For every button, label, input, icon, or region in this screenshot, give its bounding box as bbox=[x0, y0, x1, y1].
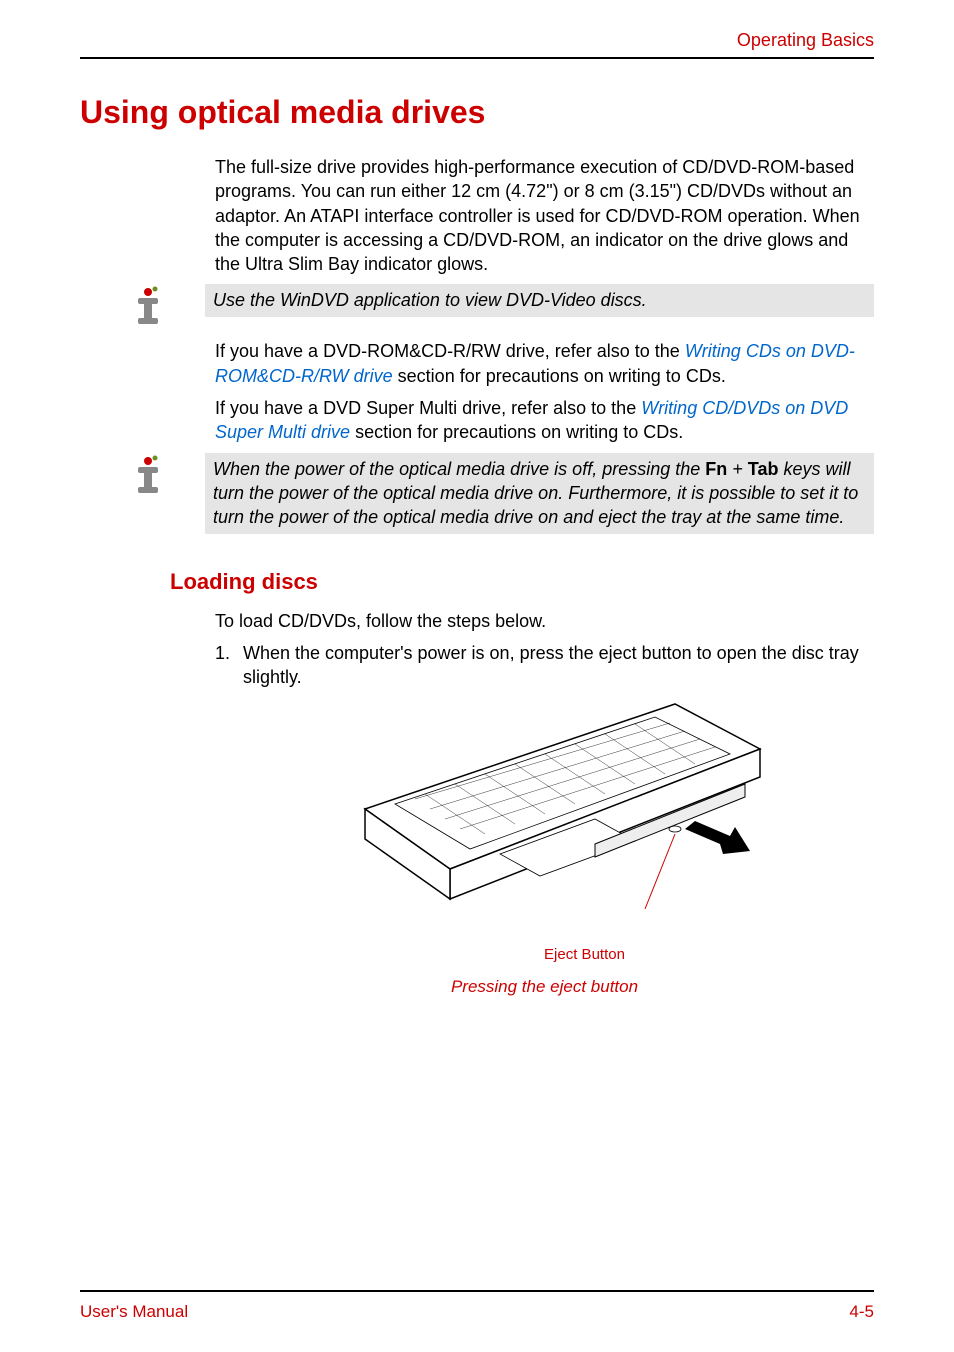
page-footer: User's Manual 4-5 bbox=[80, 1290, 874, 1322]
note-box-2: When the power of the optical media driv… bbox=[80, 453, 874, 534]
paragraph-2: If you have a DVD-ROM&CD-R/RW drive, ref… bbox=[215, 339, 874, 444]
figure-callout-label: Eject Button bbox=[295, 946, 874, 963]
heading-2: Loading discs bbox=[170, 569, 874, 595]
note-content-1: Use the WinDVD application to view DVD-V… bbox=[205, 284, 874, 316]
section-title: Operating Basics bbox=[737, 30, 874, 50]
footer-left: User's Manual bbox=[80, 1302, 188, 1322]
info-icon bbox=[130, 284, 180, 331]
step-1: 1. When the computer's power is on, pres… bbox=[215, 641, 874, 690]
intro-paragraph: The full-size drive provides high-perfor… bbox=[215, 155, 874, 276]
steps-list: 1. When the computer's power is on, pres… bbox=[215, 641, 874, 690]
loading-intro: To load CD/DVDs, follow the steps below. bbox=[215, 609, 874, 633]
figure-eject-button: Eject Button Pressing the eject button bbox=[215, 699, 874, 997]
laptop-illustration bbox=[325, 699, 765, 944]
heading-1: Using optical media drives bbox=[80, 94, 874, 131]
note-content-2: When the power of the optical media driv… bbox=[205, 453, 874, 534]
footer-right: 4-5 bbox=[849, 1302, 874, 1322]
page-header: Operating Basics bbox=[80, 30, 874, 59]
note-box-1: Use the WinDVD application to view DVD-V… bbox=[80, 284, 874, 331]
info-icon bbox=[130, 453, 180, 500]
figure-caption: Pressing the eject button bbox=[215, 977, 874, 997]
